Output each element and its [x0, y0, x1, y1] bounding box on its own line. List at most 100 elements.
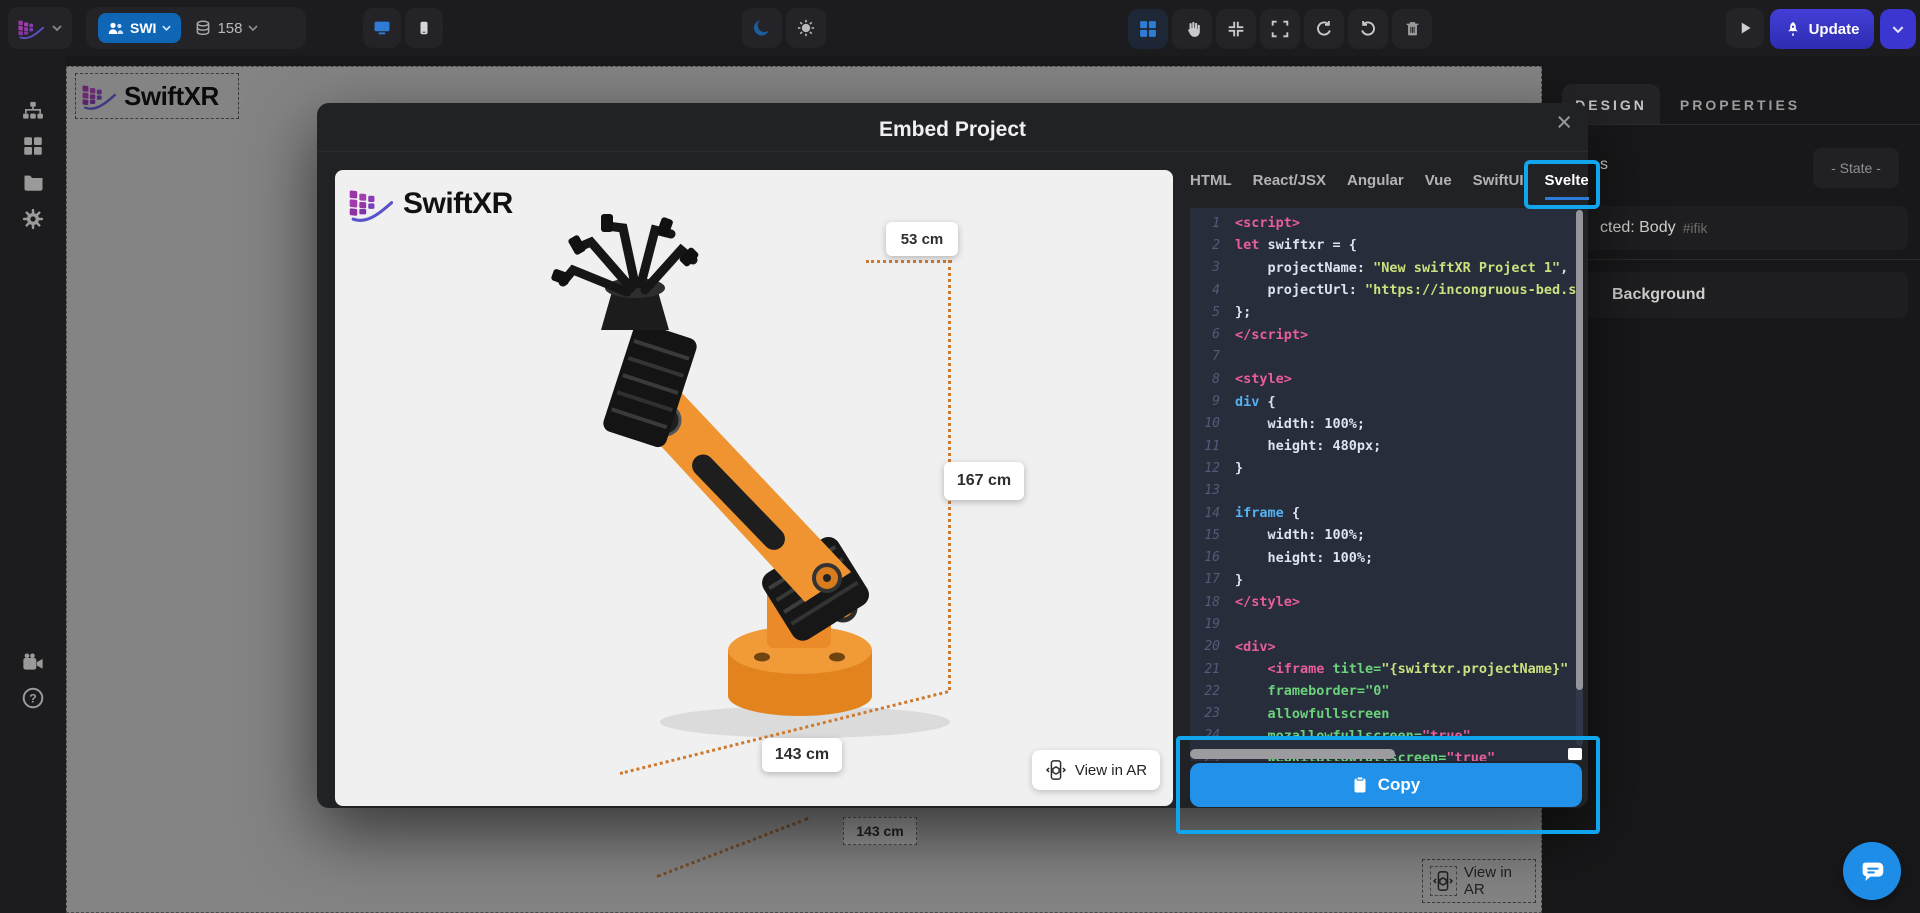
mobile-icon — [417, 19, 431, 37]
modal-tab-swiftui[interactable]: SwiftUI — [1473, 172, 1524, 200]
code-line: 9div { — [1190, 390, 1582, 412]
sidebar-item-components[interactable] — [17, 130, 49, 162]
chat-bubble-icon — [1857, 856, 1887, 886]
preview-ar-label: View in AR — [1075, 762, 1147, 779]
code-line: 7 — [1190, 346, 1582, 368]
preview-view-in-ar-button[interactable]: View in AR — [1032, 750, 1160, 790]
grid-icon — [23, 136, 43, 156]
code-panel[interactable]: 1<script>2let swiftxr = {3 projectName: … — [1190, 208, 1582, 761]
update-button[interactable]: Update — [1770, 9, 1874, 49]
measure-label-bottom: 143 cm — [762, 738, 842, 772]
dark-mode-button[interactable] — [742, 8, 782, 48]
mobile-view-button[interactable] — [405, 8, 443, 48]
sidebar-item-help[interactable]: ? — [17, 682, 49, 714]
delete-button[interactable] — [1392, 9, 1432, 49]
selected-element-id: #ifik — [1683, 220, 1708, 236]
scene-count: 158 — [217, 20, 242, 37]
trash-icon — [1404, 20, 1421, 38]
modal-header-divider — [317, 151, 1588, 152]
rotate-cw-button[interactable] — [1348, 9, 1388, 49]
swiftxr-logo-icon — [18, 17, 44, 40]
rocket-icon — [1785, 21, 1801, 37]
measure-line-top — [866, 260, 952, 263]
embed-preview-card: SwiftXR — [335, 170, 1173, 806]
code-lines: 1<script>2let swiftxr = {3 projectName: … — [1190, 208, 1582, 761]
sidebar-item-assets[interactable] — [17, 166, 49, 198]
code-line: 3 projectName: "New swiftXR Project 1", — [1190, 257, 1582, 279]
grid-snap-button[interactable] — [1128, 9, 1168, 49]
update-options-button[interactable] — [1880, 9, 1916, 49]
sidebar-item-camera[interactable] — [17, 646, 49, 678]
measure-label-top: 53 cm — [886, 222, 958, 256]
sidebar-item-settings[interactable] — [17, 203, 49, 235]
code-line: 22 frameborder="0" — [1190, 680, 1582, 702]
code-line: 19 — [1190, 613, 1582, 635]
code-line: 14iframe { — [1190, 502, 1582, 524]
compress-icon — [1227, 20, 1245, 38]
modal-tabs: HTML React/JSX Angular Vue SwiftUI Svelte — [1190, 165, 1589, 207]
hand-icon — [1184, 20, 1201, 38]
clipboard-icon — [1352, 776, 1368, 794]
play-icon — [1738, 20, 1753, 36]
code-scroll-corner — [1568, 748, 1582, 760]
code-hscroll-thumb[interactable] — [1190, 749, 1395, 759]
help-icon: ? — [22, 687, 44, 709]
sitemap-icon — [21, 101, 45, 123]
code-line: 6</script> — [1190, 323, 1582, 345]
copy-label: Copy — [1378, 775, 1421, 795]
chevron-down-icon — [248, 25, 258, 31]
background-section[interactable]: Background — [1558, 272, 1908, 318]
copy-button[interactable]: Copy — [1190, 763, 1582, 807]
code-line: 4 projectUrl: "https://incongruous-bed.s… — [1190, 279, 1582, 301]
code-line: 20<div> — [1190, 636, 1582, 658]
desktop-view-button[interactable] — [363, 8, 401, 48]
code-line: 21 <iframe title="{swiftxr.projectName}" — [1190, 658, 1582, 680]
sidebar-item-hierarchy[interactable] — [17, 96, 49, 128]
chevron-down-icon — [162, 25, 171, 31]
workspace-label: SWI — [130, 20, 156, 36]
code-vscroll-thumb[interactable] — [1576, 210, 1583, 690]
modal-tab-vue[interactable]: Vue — [1425, 172, 1452, 200]
stack-icon — [195, 20, 211, 36]
modal-tab-react-jsx[interactable]: React/JSX — [1253, 172, 1326, 200]
code-line: 23 allowfullscreen — [1190, 703, 1582, 725]
selected-element-label: cted: Body — [1600, 219, 1676, 237]
sun-icon — [797, 19, 815, 37]
fullscreen-button[interactable] — [1260, 9, 1300, 49]
modal-tab-angular[interactable]: Angular — [1347, 172, 1404, 200]
modal-tab-html[interactable]: HTML — [1190, 172, 1232, 200]
fullscreen-icon — [1271, 20, 1289, 38]
code-line: 5}; — [1190, 301, 1582, 323]
tab-properties[interactable]: PROPERTIES — [1665, 84, 1815, 125]
chat-widget-button[interactable] — [1843, 842, 1901, 900]
preview-play-button[interactable] — [1726, 8, 1764, 48]
pan-tool-button[interactable] — [1172, 9, 1212, 49]
folder-icon — [23, 173, 44, 191]
update-label: Update — [1809, 21, 1860, 38]
code-line: 8<style> — [1190, 368, 1582, 390]
compress-view-button[interactable] — [1216, 9, 1256, 49]
desktop-icon — [373, 20, 391, 36]
code-line: 2let swiftxr = { — [1190, 234, 1582, 256]
selected-element-row[interactable]: cted: Body #ifik — [1558, 206, 1908, 250]
video-camera-icon — [22, 653, 44, 671]
panel-partial-label: s — [1600, 156, 1608, 174]
app-logo-menu[interactable] — [8, 7, 72, 49]
panel-divider — [1545, 259, 1920, 260]
modal-tab-svelte[interactable]: Svelte — [1545, 172, 1589, 200]
light-mode-button[interactable] — [786, 8, 826, 48]
code-line: 11 height: 480px; — [1190, 435, 1582, 457]
rotate-ccw-button[interactable] — [1304, 9, 1344, 49]
state-dropdown[interactable]: - State - — [1813, 148, 1899, 188]
robot-arm-model[interactable] — [335, 170, 1173, 806]
code-line: 10 width: 100%; — [1190, 413, 1582, 435]
svg-text:?: ? — [29, 691, 36, 705]
code-line: 1<script> — [1190, 212, 1582, 234]
workspace-selector[interactable]: SWI — [98, 13, 181, 43]
embed-project-modal: Embed Project × SwiftXR — [317, 103, 1588, 808]
rotate-cw-icon — [1359, 20, 1377, 38]
scene-counter-dropdown[interactable]: 158 — [195, 20, 258, 37]
chevron-down-icon — [52, 25, 62, 31]
code-line: 12} — [1190, 457, 1582, 479]
modal-close-button[interactable]: × — [1556, 109, 1572, 136]
